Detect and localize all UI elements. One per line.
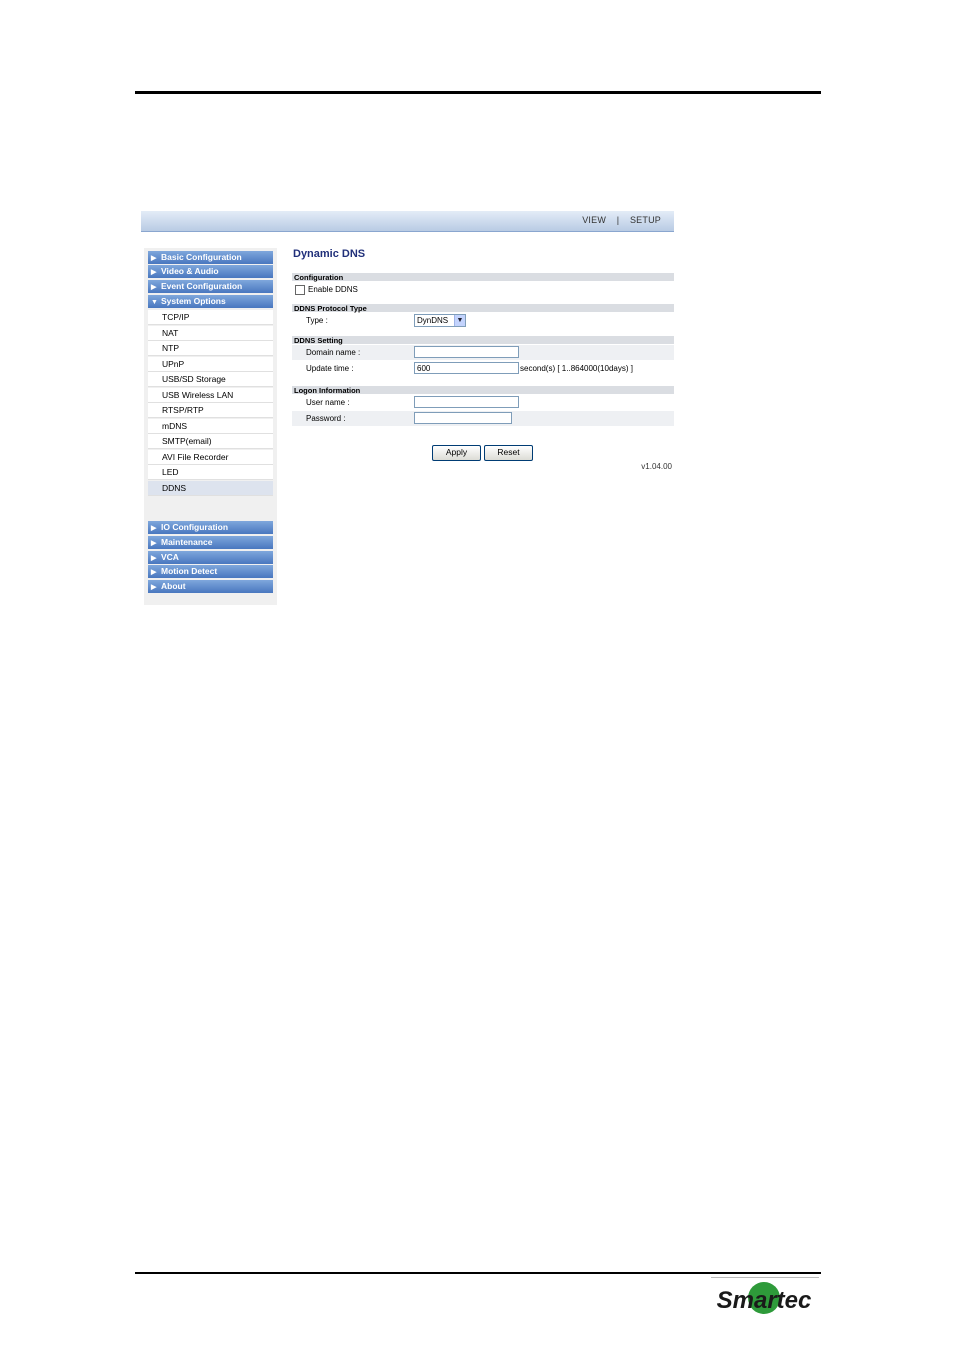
expand-arrow-icon: ▶ bbox=[151, 555, 157, 562]
domain-label: Domain name : bbox=[306, 348, 361, 357]
menu-motion-detect[interactable]: ▶ Motion Detect bbox=[148, 565, 273, 578]
type-select[interactable]: DynDNS ▼ bbox=[414, 314, 466, 327]
password-input[interactable] bbox=[414, 412, 512, 424]
update-time-input[interactable]: 600 bbox=[414, 362, 519, 374]
menu-video-audio[interactable]: ▶ Video & Audio bbox=[148, 265, 273, 278]
section-logon-information: Logon Information bbox=[292, 386, 674, 395]
page-top-rule bbox=[135, 91, 821, 94]
smartec-logo-icon: Smartec bbox=[717, 1282, 812, 1314]
collapse-arrow-icon: ▼ bbox=[151, 299, 158, 306]
expand-arrow-icon: ▶ bbox=[151, 284, 157, 291]
sidebar-item-usb-wireless-lan[interactable]: USB Wireless LAN bbox=[148, 388, 273, 403]
apply-button[interactable]: Apply bbox=[432, 445, 481, 461]
sidebar-item-nat[interactable]: NAT bbox=[148, 326, 273, 341]
update-time-label: Update time : bbox=[306, 364, 354, 373]
camera-web-ui: VIEW | SETUP ▶ Basic Configuration ▶ Video… bbox=[141, 211, 674, 607]
enable-ddns-checkbox[interactable] bbox=[295, 285, 305, 295]
menu-event-configuration[interactable]: ▶ Event Configuration bbox=[148, 280, 273, 293]
sidebar-item-smtp[interactable]: SMTP(email) bbox=[148, 434, 273, 449]
nav-separator: | bbox=[616, 215, 620, 225]
chevron-down-icon[interactable]: ▼ bbox=[454, 315, 465, 326]
menu-about[interactable]: ▶ About bbox=[148, 580, 273, 593]
sidebar-item-avi-file-recorder[interactable]: AVI File Recorder bbox=[148, 450, 273, 465]
sidebar-item-mdns[interactable]: mDNS bbox=[148, 419, 273, 434]
type-row: Type : DynDNS ▼ bbox=[292, 313, 674, 328]
menu-label: Basic Configuration bbox=[161, 252, 242, 262]
menu-basic-configuration[interactable]: ▶ Basic Configuration bbox=[148, 251, 273, 264]
update-time-row: Update time : 600 second(s) [ 1..864000(… bbox=[292, 361, 674, 376]
version-label: v1.04.00 bbox=[641, 462, 672, 471]
user-name-input[interactable] bbox=[414, 396, 519, 408]
view-link[interactable]: VIEW bbox=[582, 215, 606, 225]
menu-system-options[interactable]: ▼ System Options bbox=[148, 295, 273, 308]
smartec-logo: Smartec bbox=[707, 1276, 821, 1320]
user-name-row: User name : bbox=[292, 395, 674, 410]
menu-label: Video & Audio bbox=[161, 266, 219, 276]
expand-arrow-icon: ▶ bbox=[151, 540, 157, 547]
menu-label: Motion Detect bbox=[161, 566, 218, 576]
page-title: Dynamic DNS bbox=[293, 248, 366, 260]
enable-ddns-row: Enable DDNS bbox=[292, 282, 674, 297]
sidebar-item-upnp[interactable]: UPnP bbox=[148, 357, 273, 372]
expand-arrow-icon: ▶ bbox=[151, 255, 157, 262]
sidebar-item-led[interactable]: LED bbox=[148, 465, 273, 480]
menu-vca[interactable]: ▶ VCA bbox=[148, 551, 273, 564]
password-row: Password : bbox=[292, 411, 674, 426]
expand-arrow-icon: ▶ bbox=[151, 569, 157, 576]
menu-maintenance[interactable]: ▶ Maintenance bbox=[148, 536, 273, 549]
menu-label: VCA bbox=[161, 552, 179, 562]
reset-button[interactable]: Reset bbox=[484, 445, 533, 461]
sidebar-item-ntp[interactable]: NTP bbox=[148, 341, 273, 356]
section-configuration: Configuration bbox=[292, 273, 674, 282]
menu-label: System Options bbox=[161, 296, 226, 306]
menu-label: IO Configuration bbox=[161, 522, 229, 532]
enable-ddns-label: Enable DDNS bbox=[308, 285, 358, 294]
expand-arrow-icon: ▶ bbox=[151, 584, 157, 591]
update-time-hint: second(s) [ 1..864000(10days) ] bbox=[520, 364, 633, 373]
top-nav-bar: VIEW | SETUP bbox=[141, 211, 674, 232]
sidebar: ▶ Basic Configuration ▶ Video & Audio ▶ Eve… bbox=[144, 248, 277, 605]
sidebar-item-tcpip[interactable]: TCP/IP bbox=[148, 310, 273, 325]
expand-arrow-icon: ▶ bbox=[151, 525, 157, 532]
sidebar-item-rtsp-rtp[interactable]: RTSP/RTP bbox=[148, 403, 273, 418]
top-nav-links: VIEW | SETUP bbox=[582, 215, 661, 225]
sidebar-item-ddns[interactable]: DDNS bbox=[148, 481, 273, 496]
expand-arrow-icon: ▶ bbox=[151, 269, 157, 276]
domain-name-input[interactable] bbox=[414, 346, 519, 358]
sidebar-item-usb-sd-storage[interactable]: USB/SD Storage bbox=[148, 372, 273, 387]
section-protocol-type: DDNS Protocol Type bbox=[292, 304, 674, 313]
password-label: Password : bbox=[306, 414, 346, 423]
page-bottom-rule bbox=[135, 1272, 821, 1274]
logo-top-line bbox=[711, 1277, 819, 1278]
domain-row: Domain name : bbox=[292, 345, 674, 360]
section-ddns-setting: DDNS Setting bbox=[292, 336, 674, 345]
menu-io-configuration[interactable]: ▶ IO Configuration bbox=[148, 521, 273, 534]
logo-text: Smartec bbox=[717, 1287, 812, 1314]
menu-label: Maintenance bbox=[161, 537, 213, 547]
type-label: Type : bbox=[306, 316, 328, 325]
user-name-label: User name : bbox=[306, 398, 350, 407]
setup-link[interactable]: SETUP bbox=[630, 215, 661, 225]
menu-label: About bbox=[161, 581, 186, 591]
type-select-value: DynDNS bbox=[417, 316, 449, 325]
menu-label: Event Configuration bbox=[161, 281, 243, 291]
